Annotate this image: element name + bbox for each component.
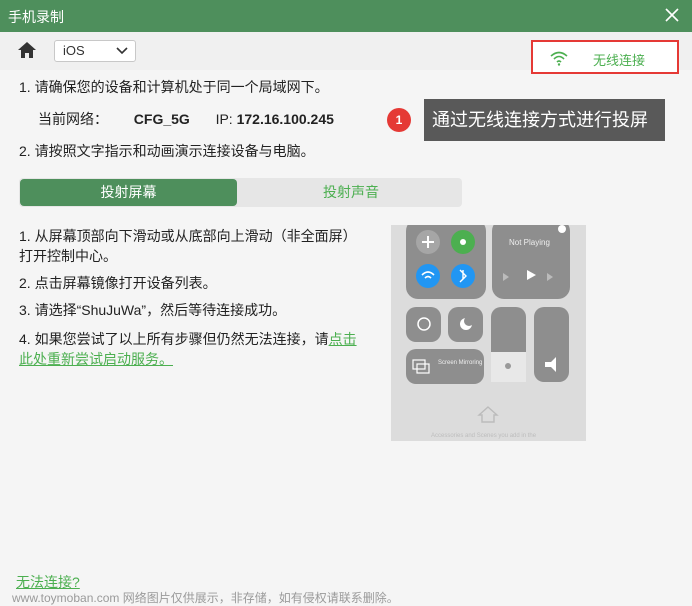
step-1-text: 1. 请确保您的设备和计算机处于同一个局域网下。 xyxy=(19,79,329,95)
tab-cast-audio[interactable]: 投射声音 xyxy=(241,178,461,207)
annotation-number-badge: 1 xyxy=(387,108,411,132)
network-label: 当前网络： xyxy=(38,111,108,127)
window-title: 手机录制 xyxy=(8,9,64,25)
chevron-down-icon xyxy=(116,47,128,55)
home-icon[interactable] xyxy=(16,40,38,60)
network-name: CFG_5G xyxy=(133,111,190,127)
os-select-value: iOS xyxy=(63,43,85,58)
wireless-connect-label: 无线连接 xyxy=(593,53,646,68)
ip-value: 172.16.100.245 xyxy=(236,111,334,127)
accessories-text: Accessories and Scenes you add in the xyxy=(431,433,537,439)
cast-tabs: 投射屏幕 投射声音 xyxy=(19,178,462,207)
control-center-illustration: Not Playing Screen Mirroring Accessories… xyxy=(391,225,586,441)
step-2-text: 2. 请按照文字指示和动画演示连接设备与电脑。 xyxy=(19,143,315,159)
network-info: 当前网络： CFG_5G IP: 172.16.100.245 xyxy=(38,109,334,129)
instruction-4-text: 4. 如果您尝试了以上所有步骤但仍然无法连接，请 xyxy=(19,331,329,347)
ip-label: IP: xyxy=(215,111,233,127)
wifi-icon xyxy=(550,51,568,66)
close-icon[interactable] xyxy=(662,5,682,25)
instruction-3: 3. 请选择“ShuJuWa”，然后等待连接成功。 xyxy=(19,302,287,318)
instruction-2: 2. 点击屏幕镜像打开设备列表。 xyxy=(19,275,217,291)
tab-cast-screen[interactable]: 投射屏幕 xyxy=(20,179,237,206)
os-select[interactable]: iOS xyxy=(54,40,136,62)
instruction-1: 1. 从屏幕顶部向下滑动或从底部向上滑动（非全面屏）打开控制中心。 xyxy=(19,228,357,264)
control-center-graphic: Not Playing Screen Mirroring Accessories… xyxy=(391,225,586,441)
screen-mirroring-text: Screen Mirroring xyxy=(438,360,482,366)
title-bar: 手机录制 xyxy=(0,0,692,32)
annotation-callout: 1 通过无线连接方式进行投屏 xyxy=(387,99,665,141)
watermark-text: www.toymoban.com 网络图片仅供展示，非存储，如有侵权请联系删除。 xyxy=(12,591,399,605)
wireless-connect-button[interactable]: 无线连接 xyxy=(531,40,679,74)
annotation-text: 通过无线连接方式进行投屏 xyxy=(424,99,665,141)
instruction-4: 4. 如果您尝试了以上所有步骤但仍然无法连接，请点击此处重新尝试启动服务。 xyxy=(19,329,364,369)
now-playing-text: Not Playing xyxy=(509,238,550,247)
